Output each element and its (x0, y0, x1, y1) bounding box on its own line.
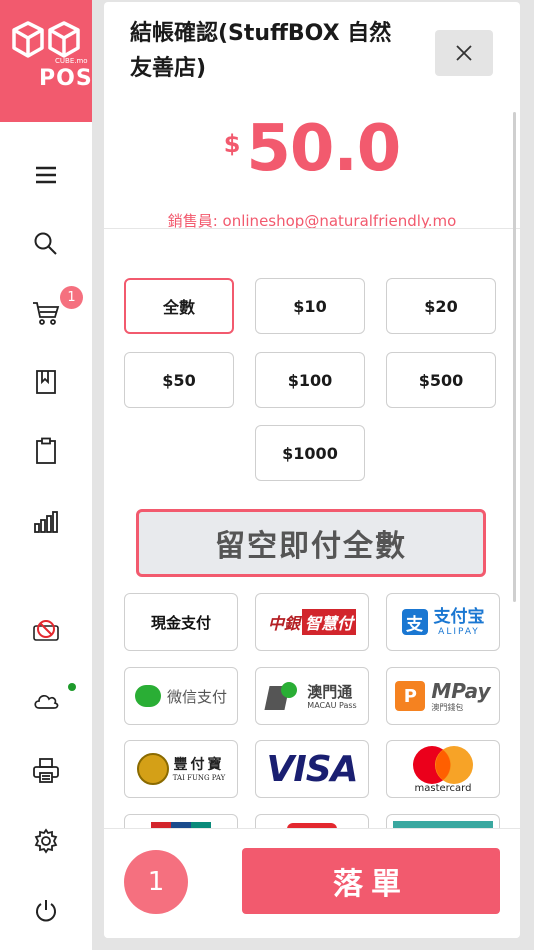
online-status-dot (68, 683, 76, 691)
wechat-label: 微信支付 (166, 687, 227, 706)
printer-icon[interactable] (31, 756, 61, 786)
amount-button-50[interactable]: $50 (124, 352, 234, 408)
macaupass-label: 澳門通 (307, 682, 353, 701)
search-icon[interactable] (31, 229, 61, 259)
macaupass-en-label: MACAU Pass (307, 700, 357, 710)
cash-label: 現金支付 (150, 613, 211, 632)
payment-boc-pay[interactable]: 中銀 智慧付 (255, 593, 369, 651)
submit-order-button[interactable]: 落單 (242, 848, 500, 914)
divider (104, 228, 520, 229)
close-icon (456, 45, 472, 61)
power-icon[interactable] (31, 896, 61, 926)
mastercard-logo-icon (413, 745, 473, 784)
cart-icon[interactable] (31, 298, 61, 328)
chart-icon[interactable] (31, 507, 61, 537)
amount-button-1000[interactable]: $1000 (255, 425, 365, 481)
offline-icon[interactable] (31, 615, 61, 645)
cube-logo-icon (12, 21, 80, 58)
checkout-dialog: 結帳確認(StuffBOX 自然友善店) $50.0 銷售員: onlinesh… (104, 2, 520, 938)
amount-button-20[interactable]: $20 (386, 278, 496, 334)
alipay-en-label: ALIPAY (438, 626, 480, 637)
payment-tai-fung-pay[interactable]: 豐付寶 TAI FUNG PAY (124, 740, 238, 798)
total-amount: $50.0 (104, 112, 520, 186)
payment-cash[interactable]: 現金支付 (124, 593, 238, 651)
scrollbar[interactable] (513, 112, 516, 602)
cart-badge: 1 (60, 286, 83, 309)
amount-button-10[interactable]: $10 (255, 278, 365, 334)
mpay-label: MPay (431, 678, 491, 703)
visa-label: VISA (266, 748, 358, 790)
close-button[interactable] (435, 30, 493, 76)
payment-mastercard[interactable]: mastercard (386, 740, 500, 798)
payment-macau-pass[interactable]: 澳門通 MACAU Pass (255, 667, 369, 725)
amount-value: 50.0 (246, 112, 401, 186)
macaupass-logo-icon (264, 682, 301, 710)
payment-mpay[interactable]: P MPay 澳門錢包 (386, 667, 500, 725)
logo-small-text: CUBE.mo (55, 57, 88, 65)
clipboard-icon[interactable] (31, 436, 61, 466)
app-logo[interactable]: CUBE.mo POS (0, 0, 92, 122)
order-count-badge: 1 (124, 850, 188, 914)
payment-alipay[interactable]: 支 支付宝 ALIPAY (386, 593, 500, 651)
logo-text: POS (39, 66, 93, 91)
wechat-logo-icon (134, 685, 161, 707)
mpay-cn-label: 澳門錢包 (431, 702, 464, 712)
payment-wechat[interactable]: 微信支付 (124, 667, 238, 725)
taifung-logo-icon (136, 753, 169, 785)
taifung-label: 豐付寶 (173, 757, 225, 773)
boc-brand-label: 智慧付 (302, 609, 357, 635)
currency-symbol: $ (223, 130, 241, 158)
amount-button-100[interactable]: $100 (255, 352, 365, 408)
payment-visa[interactable]: VISA (255, 740, 369, 798)
cloud-icon[interactable] (31, 686, 61, 716)
amount-button-full[interactable]: 全數 (124, 278, 234, 334)
sidebar: CUBE.mo POS 1 (0, 0, 92, 950)
alipay-label: 支付宝 (433, 606, 485, 627)
paid-amount-input[interactable]: 留空即付全數 (136, 509, 486, 577)
menu-icon[interactable] (31, 160, 61, 190)
amount-button-500[interactable]: $500 (386, 352, 496, 408)
gear-icon[interactable] (31, 826, 61, 856)
taifung-en-label: TAI FUNG PAY (172, 774, 226, 782)
alipay-logo-icon: 支 (401, 609, 428, 635)
mpay-logo-icon: P (395, 681, 426, 711)
mastercard-label: mastercard (414, 782, 472, 794)
dialog-title: 結帳確認(StuffBOX 自然友善店) (130, 21, 392, 81)
bookmark-icon[interactable] (31, 367, 61, 397)
boc-label: 中銀 (267, 614, 300, 633)
